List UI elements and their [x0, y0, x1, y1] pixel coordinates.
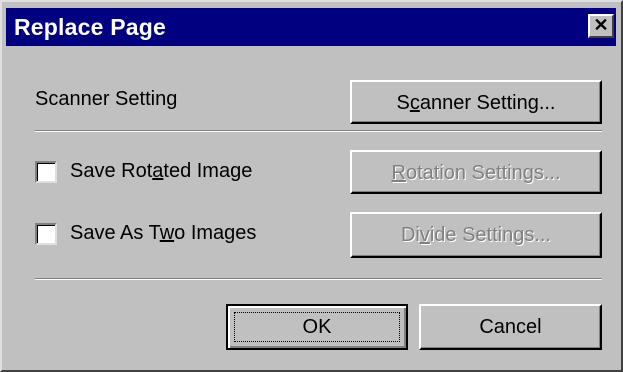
- save-rotated-image-label[interactable]: Save Rotated Image: [70, 160, 252, 183]
- scanner-setting-label: Scanner Setting: [35, 88, 178, 110]
- separator-bottom: [35, 278, 602, 280]
- save-rotated-image-checkbox[interactable]: [35, 161, 57, 183]
- save-as-two-images-label[interactable]: Save As Two Images: [70, 222, 256, 245]
- separator-top: [35, 130, 602, 132]
- cancel-button[interactable]: Cancel: [419, 304, 602, 350]
- dialog-title: Replace Page: [14, 14, 166, 40]
- divide-settings-button[interactable]: Divide Settings...: [350, 212, 602, 258]
- rotation-settings-button[interactable]: Rotation Settings...: [350, 150, 602, 194]
- replace-page-dialog: Replace Page ✕ Scanner Setting Scanner S…: [0, 0, 623, 372]
- title-bar[interactable]: Replace Page ✕: [6, 8, 616, 46]
- ok-button[interactable]: OK: [226, 304, 408, 350]
- close-icon: ✕: [593, 15, 609, 35]
- close-button[interactable]: ✕: [588, 14, 614, 38]
- save-as-two-images-checkbox[interactable]: [35, 223, 57, 245]
- scanner-setting-button[interactable]: Scanner Setting...: [350, 80, 602, 124]
